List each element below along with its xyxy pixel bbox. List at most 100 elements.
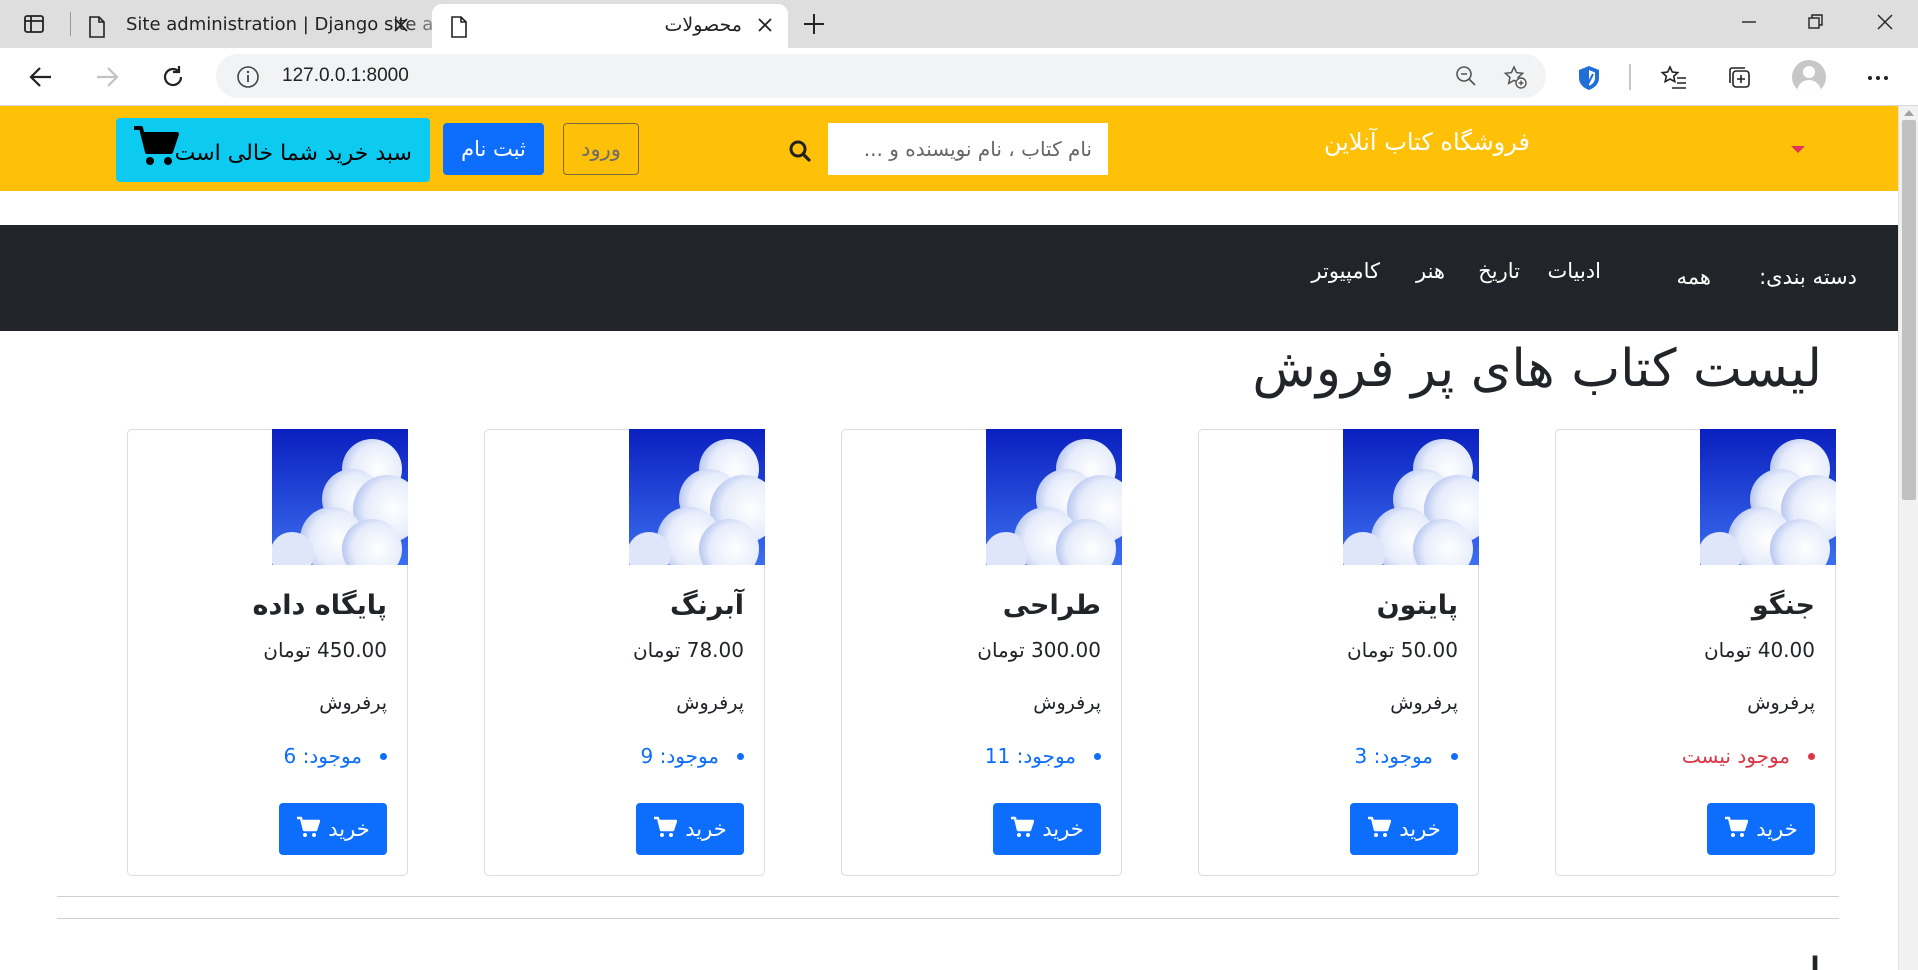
bestseller-badge: پرفروش bbox=[319, 692, 387, 714]
stock-status: موجود: 9 bbox=[641, 744, 744, 768]
product-price: 78.00 تومان bbox=[632, 638, 744, 662]
category-item-art[interactable]: هنر bbox=[1416, 259, 1445, 283]
login-button[interactable]: ورود bbox=[563, 123, 639, 175]
cart-icon bbox=[1367, 816, 1399, 843]
scrollbar-thumb[interactable] bbox=[1902, 120, 1916, 500]
buy-button[interactable]: خرید bbox=[1707, 803, 1815, 855]
search-icon[interactable] bbox=[788, 139, 812, 167]
product-name[interactable]: طراحی bbox=[1003, 590, 1101, 621]
chevron-down-icon[interactable] bbox=[1791, 146, 1805, 153]
restore-icon[interactable] bbox=[1801, 8, 1831, 36]
bestseller-badge: پرفروش bbox=[1747, 692, 1815, 714]
stock-text: موجود: 6 bbox=[283, 744, 362, 768]
stock-status: موجود: 11 bbox=[985, 744, 1101, 768]
collections-icon[interactable] bbox=[1724, 62, 1756, 94]
page-icon bbox=[450, 16, 468, 43]
stock-status: موجود: 3 bbox=[1355, 744, 1458, 768]
product-price: 300.00 تومان bbox=[977, 638, 1101, 662]
page-scrollbar[interactable] bbox=[1898, 106, 1918, 970]
zoom-out-icon[interactable] bbox=[1454, 64, 1478, 92]
category-label: دسته بندی: bbox=[1759, 265, 1857, 289]
shield-extension-icon[interactable] bbox=[1573, 62, 1605, 94]
page-viewport: سبد خرید شما خالی است ثبت نام ورود فروشگ… bbox=[0, 106, 1898, 970]
product-price: 50.00 تومان bbox=[1346, 638, 1458, 662]
refresh-icon[interactable] bbox=[156, 60, 190, 94]
tab-products[interactable]: محصولات bbox=[432, 4, 788, 48]
bestseller-badge: پرفروش bbox=[1033, 692, 1101, 714]
category-item-history[interactable]: تاریخ bbox=[1478, 259, 1520, 283]
category-item-computer[interactable]: کامپیوتر bbox=[1311, 259, 1380, 283]
address-field[interactable]: 127.0.0.1:8000 bbox=[216, 54, 1546, 98]
buy-label: خرید bbox=[328, 817, 370, 841]
cart-label: سبد خرید شما خالی است bbox=[174, 140, 412, 166]
category-item-all[interactable]: همه bbox=[1677, 265, 1711, 289]
product-image[interactable] bbox=[1700, 429, 1836, 565]
toolbar-separator bbox=[1629, 64, 1631, 90]
address-toolbar: 127.0.0.1:8000 bbox=[0, 48, 1918, 106]
stock-text: موجود: 9 bbox=[640, 744, 719, 768]
product-name[interactable]: پایتون bbox=[1377, 590, 1458, 621]
product-name[interactable]: آبرنگ bbox=[670, 590, 744, 621]
cart-icon bbox=[1010, 816, 1042, 843]
product-image[interactable] bbox=[1343, 429, 1479, 565]
category-item-literature[interactable]: ادبیات bbox=[1547, 259, 1601, 283]
add-favorite-icon[interactable] bbox=[1502, 64, 1528, 94]
page-icon bbox=[88, 16, 106, 43]
product-price: 450.00 تومان bbox=[263, 638, 387, 662]
buy-button[interactable]: خرید bbox=[279, 803, 387, 855]
buy-button[interactable]: خرید bbox=[1350, 803, 1458, 855]
product-card: جنگو 40.00 تومان پرفروش موجود نیست خرید bbox=[1555, 429, 1836, 876]
buy-label: خرید bbox=[685, 817, 727, 841]
search-input[interactable] bbox=[828, 123, 1108, 175]
cart-icon bbox=[132, 124, 180, 172]
profile-avatar[interactable] bbox=[1792, 60, 1826, 94]
divider bbox=[57, 896, 1839, 897]
buy-label: خرید bbox=[1756, 817, 1798, 841]
product-image[interactable] bbox=[629, 429, 765, 565]
stock-status: موجود: 6 bbox=[284, 744, 387, 768]
divider bbox=[57, 918, 1839, 919]
buy-label: خرید bbox=[1042, 817, 1084, 841]
product-name[interactable]: جنگو bbox=[1752, 590, 1815, 621]
url-text: 127.0.0.1:8000 bbox=[282, 65, 409, 86]
close-tab-icon[interactable] bbox=[754, 14, 776, 41]
minimize-icon[interactable] bbox=[1734, 8, 1764, 36]
site-info-icon[interactable] bbox=[236, 65, 260, 93]
buy-button[interactable]: خرید bbox=[993, 803, 1101, 855]
buy-button[interactable]: خرید bbox=[636, 803, 744, 855]
more-options-icon[interactable] bbox=[1862, 62, 1894, 94]
brand-title[interactable]: فروشگاه کتاب آنلاین bbox=[1290, 128, 1530, 156]
cart-icon bbox=[1724, 816, 1756, 843]
close-tab-icon[interactable] bbox=[390, 14, 412, 41]
stock-text: موجود نیست bbox=[1681, 744, 1790, 768]
tab-actions-icon[interactable] bbox=[18, 10, 50, 38]
bullet-icon bbox=[1808, 752, 1815, 760]
site-header: سبد خرید شما خالی است ثبت نام ورود فروشگ… bbox=[0, 106, 1898, 191]
bullet-icon bbox=[1451, 752, 1458, 760]
tab-title: محصولات bbox=[664, 14, 742, 36]
product-image[interactable] bbox=[272, 429, 408, 565]
product-image[interactable] bbox=[986, 429, 1122, 565]
stock-text: موجود: 11 bbox=[984, 744, 1076, 768]
back-icon[interactable] bbox=[24, 60, 58, 94]
new-tab-icon[interactable] bbox=[800, 10, 830, 38]
product-name[interactable]: پایگاه داده bbox=[253, 590, 388, 621]
tab-separator bbox=[70, 12, 71, 36]
signup-button[interactable]: ثبت نام bbox=[443, 123, 544, 175]
stock-status: موجود نیست bbox=[1682, 744, 1815, 768]
favorites-icon[interactable] bbox=[1658, 62, 1690, 94]
tab-django-admin[interactable]: Site administration | Django site admin bbox=[72, 4, 454, 48]
close-window-icon[interactable] bbox=[1870, 8, 1900, 36]
product-card: پایتون 50.00 تومان پرفروش موجود: 3 خرید bbox=[1198, 429, 1479, 876]
scroll-up-icon[interactable] bbox=[1904, 110, 1914, 116]
cart-icon bbox=[653, 816, 685, 843]
bullet-icon bbox=[1094, 752, 1101, 760]
cart-icon bbox=[296, 816, 328, 843]
next-section-title: ل bbox=[1784, 948, 1822, 970]
product-card: پایگاه داده 450.00 تومان پرفروش موجود: 6… bbox=[127, 429, 408, 876]
browser-tab-strip: Site administration | Django site admin … bbox=[0, 0, 1918, 48]
forward-icon[interactable] bbox=[90, 60, 124, 94]
cart-button[interactable]: سبد خرید شما خالی است bbox=[116, 118, 430, 182]
bestseller-badge: پرفروش bbox=[676, 692, 744, 714]
bullet-icon bbox=[737, 752, 744, 760]
